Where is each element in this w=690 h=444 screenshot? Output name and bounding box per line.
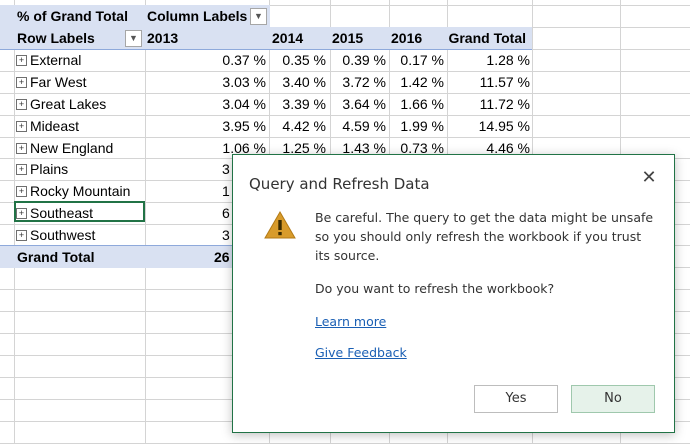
col-header-2013[interactable]: 2013 xyxy=(147,27,178,49)
cell-grand-total[interactable]: 11.72 % xyxy=(448,93,530,115)
column-labels-header[interactable]: Column Labels xyxy=(147,5,247,27)
row-label[interactable]: New England xyxy=(30,137,113,159)
row-label[interactable]: Great Lakes xyxy=(30,93,106,115)
pivot-header-row-2: Row Labels ▼ 2013 2014 2015 2016 Grand T… xyxy=(0,27,532,50)
grand-total-2013[interactable]: 26 xyxy=(214,246,230,268)
cell-2015[interactable]: 3.64 % xyxy=(331,93,386,115)
col-header-grand-total[interactable]: Grand Total xyxy=(448,27,526,49)
cell-2013[interactable]: 3 xyxy=(222,158,230,180)
pivot-row-great-lakes: + Great Lakes 3.04 % 3.39 % 3.64 % 1.66 … xyxy=(0,93,532,115)
yes-button[interactable]: Yes xyxy=(474,385,558,413)
expand-icon[interactable]: + xyxy=(16,143,27,154)
row-label[interactable]: Far West xyxy=(30,71,87,93)
row-labels-header[interactable]: Row Labels xyxy=(17,27,95,49)
cell-2014[interactable]: 3.40 % xyxy=(270,71,326,93)
give-feedback-link[interactable]: Give Feedback xyxy=(315,345,407,360)
value-field-label[interactable]: % of Grand Total xyxy=(17,5,128,27)
column-filter-dropdown-icon[interactable]: ▼ xyxy=(250,8,267,25)
cell-2013[interactable]: 3.95 % xyxy=(146,115,266,137)
dialog-question: Do you want to refresh the workbook? xyxy=(315,281,555,296)
row-label[interactable]: Mideast xyxy=(30,115,79,137)
cell-2013[interactable]: 0.37 % xyxy=(146,49,266,71)
expand-icon[interactable]: + xyxy=(16,121,27,132)
cell-2016[interactable]: 1.42 % xyxy=(390,71,444,93)
no-button[interactable]: No xyxy=(571,385,655,413)
expand-icon[interactable]: + xyxy=(16,55,27,66)
cell-2014[interactable]: 0.35 % xyxy=(270,49,326,71)
cell-2013[interactable]: 3 xyxy=(222,224,230,246)
col-header-2014[interactable]: 2014 xyxy=(272,27,303,49)
cell-2013[interactable]: 1 xyxy=(222,180,230,202)
dialog-message: Be careful. The query to get the data mi… xyxy=(315,210,654,263)
cell-2014[interactable]: 4.42 % xyxy=(270,115,326,137)
expand-icon[interactable]: + xyxy=(16,230,27,241)
cell-2016[interactable]: 1.99 % xyxy=(390,115,444,137)
pivot-header-row-1: % of Grand Total Column Labels ▼ xyxy=(0,5,270,27)
row-label[interactable]: Rocky Mountain xyxy=(30,180,130,202)
expand-icon[interactable]: + xyxy=(16,99,27,110)
row-filter-dropdown-icon[interactable]: ▼ xyxy=(125,30,142,47)
cell-2014[interactable]: 3.39 % xyxy=(270,93,326,115)
cell-grand-total[interactable]: 11.57 % xyxy=(448,71,530,93)
pivot-row-far-west: + Far West 3.03 % 3.40 % 3.72 % 1.42 % 1… xyxy=(0,71,532,93)
col-header-2015[interactable]: 2015 xyxy=(332,27,363,49)
cell-2013[interactable]: 3.04 % xyxy=(146,93,266,115)
cell-2013[interactable]: 6 xyxy=(222,202,230,224)
cell-grand-total[interactable]: 1.28 % xyxy=(448,49,530,71)
expand-icon[interactable]: + xyxy=(16,186,27,197)
cell-2015[interactable]: 3.72 % xyxy=(331,71,386,93)
pivot-row-external: + External 0.37 % 0.35 % 0.39 % 0.17 % 1… xyxy=(0,49,532,71)
row-label[interactable]: Plains xyxy=(30,158,68,180)
expand-icon[interactable]: + xyxy=(16,164,27,175)
cell-grand-total[interactable]: 14.95 % xyxy=(448,115,530,137)
expand-icon[interactable]: + xyxy=(16,77,27,88)
warning-icon xyxy=(264,210,296,239)
cell-2015[interactable]: 0.39 % xyxy=(331,49,386,71)
pivot-row-mideast: + Mideast 3.95 % 4.42 % 4.59 % 1.99 % 14… xyxy=(0,115,532,137)
close-icon[interactable]: ✕ xyxy=(638,167,660,189)
cell-2016[interactable]: 1.66 % xyxy=(390,93,444,115)
learn-more-link[interactable]: Learn more xyxy=(315,314,386,329)
grand-total-label[interactable]: Grand Total xyxy=(17,246,95,268)
cell-2015[interactable]: 4.59 % xyxy=(331,115,386,137)
row-label[interactable]: Southwest xyxy=(30,224,95,246)
query-refresh-dialog: Query and Refresh Data ✕ Be careful. The… xyxy=(232,154,675,433)
row-label[interactable]: External xyxy=(30,49,81,71)
cell-2016[interactable]: 0.17 % xyxy=(390,49,444,71)
cell-2013[interactable]: 3.03 % xyxy=(146,71,266,93)
active-cell-selection xyxy=(14,201,145,222)
col-header-2016[interactable]: 2016 xyxy=(391,27,422,49)
dialog-title: Query and Refresh Data xyxy=(249,175,430,193)
